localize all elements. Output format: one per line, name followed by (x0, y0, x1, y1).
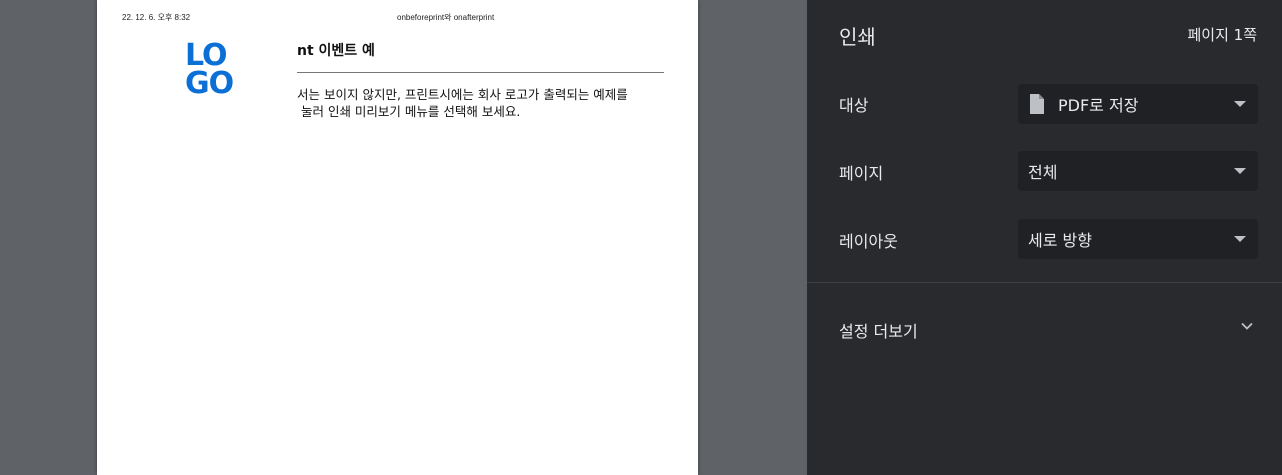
expand-chevron-icon[interactable] (1240, 318, 1254, 332)
section-divider (807, 282, 1282, 283)
destination-label: 대상 (839, 96, 869, 115)
preview-page: 22. 12. 6. 오후 8:32 onbeforeprint와 onafte… (97, 0, 698, 475)
print-preview-area: 22. 12. 6. 오후 8:32 onbeforeprint와 onafte… (0, 0, 807, 475)
paragraph-line-1: 서는 보이지 않지만, 프린트시에는 회사 로고가 출력되는 예제를 (297, 87, 628, 102)
chevron-down-icon (1234, 168, 1246, 174)
logo-line-2: GO (185, 66, 234, 101)
pages-label: 페이지 (839, 164, 884, 183)
pages-value: 전체 (1028, 163, 1058, 182)
layout-value: 세로 방향 (1028, 231, 1092, 250)
more-settings-toggle[interactable]: 설정 더보기 (839, 318, 918, 342)
pages-select[interactable]: 전체 (1018, 151, 1258, 191)
document-heading: nt 이벤트 예 (297, 43, 375, 59)
page-count: 페이지 1쪽 (1187, 26, 1257, 44)
destination-value: PDF로 저장 (1058, 96, 1139, 115)
document-paragraph: 서는 보이지 않지만, 프린트시에는 회사 로고가 출력되는 예제를 눌러 인쇄… (297, 86, 677, 120)
destination-select[interactable]: PDF로 저장 (1018, 84, 1258, 124)
chevron-down-icon (1234, 236, 1246, 242)
file-icon (1028, 93, 1046, 115)
panel-title: 인쇄 (839, 25, 876, 49)
page-header-title: onbeforeprint와 onafterprint (397, 13, 495, 22)
layout-select[interactable]: 세로 방향 (1018, 219, 1258, 259)
chevron-down-icon (1234, 101, 1246, 107)
page-header-date: 22. 12. 6. 오후 8:32 (122, 13, 191, 22)
heading-rule (297, 72, 664, 73)
company-logo: LO GO (185, 41, 245, 101)
print-settings-panel: 인쇄 페이지 1쪽 대상 PDF로 저장 페이지 전체 레이아웃 세로 방향 설… (807, 0, 1282, 475)
paragraph-line-2: 눌러 인쇄 미리보기 메뉴를 선택해 보세요. (297, 104, 521, 119)
layout-label: 레이아웃 (839, 232, 898, 251)
